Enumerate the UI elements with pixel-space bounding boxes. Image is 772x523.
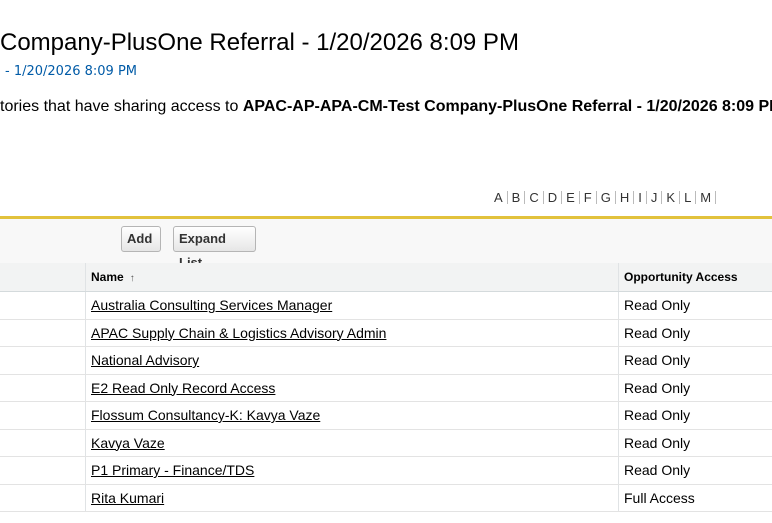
column-divider: [618, 263, 619, 291]
column-divider: [618, 402, 619, 429]
row-name-link[interactable]: Flossum Consultancy-K: Kavya Vaze: [91, 407, 320, 423]
column-divider: [85, 429, 86, 456]
column-divider: [85, 484, 86, 511]
row-name-link[interactable]: Australia Consulting Services Manager: [91, 297, 332, 313]
alphabet-letter-h[interactable]: H: [616, 190, 633, 205]
page-title: Company-PlusOne Referral - 1/20/2026 8:0…: [0, 29, 519, 56]
row-name-link[interactable]: E2 Read Only Record Access: [91, 380, 275, 396]
alphabet-letter-j[interactable]: J: [647, 190, 662, 205]
alphabet-letter-g[interactable]: G: [597, 190, 615, 205]
table-row: Kavya Vaze Read Only: [0, 429, 772, 457]
record-link[interactable]: - 1/20/2026 8:09 PM: [5, 64, 137, 79]
column-divider: [85, 319, 86, 346]
column-divider: [618, 292, 619, 319]
row-name-link[interactable]: APAC Supply Chain & Logistics Advisory A…: [91, 325, 386, 341]
column-divider: [85, 402, 86, 429]
column-divider: [618, 374, 619, 401]
alphabet-separator: [715, 191, 717, 204]
description-text: tories that have sharing access to: [0, 98, 239, 115]
alphabet-letter-c[interactable]: C: [525, 190, 542, 205]
column-divider: [85, 457, 86, 484]
alphabet-letter-f[interactable]: F: [580, 190, 596, 205]
column-divider: [618, 347, 619, 374]
row-name-link[interactable]: P1 Primary - Finance/TDS: [91, 462, 254, 478]
row-access-level: Read Only: [624, 297, 691, 313]
row-name-link[interactable]: Rita Kumari: [91, 490, 164, 506]
table-row: E2 Read Only Record Access Read Only: [0, 374, 772, 402]
alphabet-letter-m[interactable]: M: [696, 190, 715, 205]
alphabet-letter-d[interactable]: D: [544, 190, 561, 205]
row-access-level: Read Only: [624, 379, 691, 396]
column-divider: [85, 263, 86, 291]
row-access-level: Read Only: [624, 434, 691, 451]
column-divider: [618, 319, 619, 346]
row-access-level: Read Only: [624, 407, 691, 423]
alphabet-letter-k[interactable]: K: [662, 190, 679, 205]
column-divider: [618, 457, 619, 484]
table-row: P1 Primary - Finance/TDS Read Only: [0, 457, 772, 485]
table-row: APAC Supply Chain & Logistics Advisory A…: [0, 319, 772, 347]
row-access-level: Read Only: [624, 462, 691, 478]
expand-list-button[interactable]: Expand List: [173, 226, 256, 270]
table-row: Rita Kumari Full Access: [0, 484, 772, 512]
column-divider: [85, 292, 86, 319]
column-header-name-label: Name: [91, 270, 124, 284]
sharing-list-panel: Add Expand List Name ↑ Opportunity Access…: [0, 216, 772, 523]
row-access-level: Full Access: [624, 489, 695, 506]
column-divider: [618, 484, 619, 511]
list-toolbar: Add Expand List: [0, 219, 772, 270]
row-name-link[interactable]: National Advisory: [91, 352, 199, 368]
page-description: tories that have sharing access to APAC-…: [0, 98, 772, 116]
table-row: Australia Consulting Services Manager Rea…: [0, 292, 772, 320]
table-header: Name ↑ Opportunity Access: [0, 263, 772, 292]
add-button[interactable]: Add: [121, 226, 161, 252]
column-header-name[interactable]: Name ↑: [91, 270, 135, 284]
alphabet-letter-l[interactable]: L: [680, 190, 695, 205]
column-divider: [618, 429, 619, 456]
row-access-level: Read Only: [624, 324, 691, 341]
column-divider: [85, 347, 86, 374]
sort-ascending-icon: ↑: [129, 273, 135, 284]
sharing-table: Name ↑ Opportunity Access Australia Consu…: [0, 263, 772, 512]
row-access-level: Read Only: [624, 352, 691, 368]
alphabet-letter-b[interactable]: B: [508, 190, 525, 205]
table-row: Flossum Consultancy-K: Kavya Vaze Read On…: [0, 402, 772, 430]
row-name-link[interactable]: Kavya Vaze: [91, 435, 165, 451]
table-body: Australia Consulting Services Manager Rea…: [0, 292, 772, 512]
record-name: APAC-AP-APA-CM-Test Company-PlusOne Refe…: [242, 98, 772, 115]
alphabet-letter-i[interactable]: I: [634, 190, 646, 205]
alphabet-letter-a[interactable]: A: [490, 190, 507, 205]
column-header-access[interactable]: Opportunity Access: [624, 270, 738, 284]
alphabet-letter-e[interactable]: E: [562, 190, 579, 205]
table-row: National Advisory Read Only: [0, 347, 772, 375]
alphabet-filter: ABCDEFGHIJKLM: [490, 190, 717, 205]
column-divider: [85, 374, 86, 401]
